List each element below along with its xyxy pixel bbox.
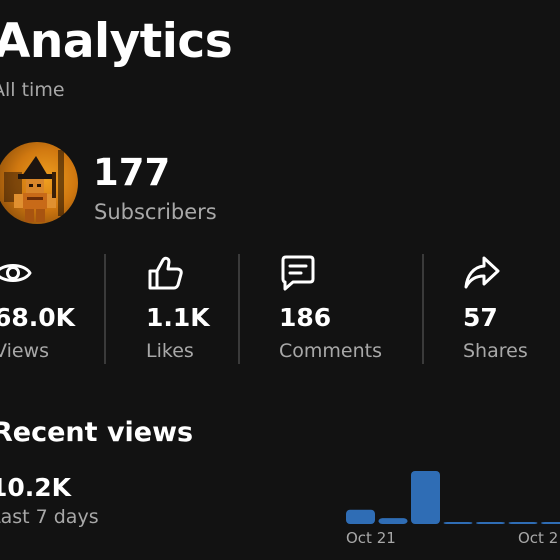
share-icon bbox=[464, 256, 500, 289]
stat-value: 1.1K bbox=[146, 303, 210, 332]
chart-bar[interactable] bbox=[541, 522, 560, 524]
stat-value: 57 bbox=[463, 303, 498, 332]
chart-tick-label: Oct 21 bbox=[346, 529, 396, 547]
chart-bar[interactable] bbox=[346, 509, 375, 524]
page-title: Analytics bbox=[0, 14, 233, 69]
chart-bar[interactable] bbox=[378, 518, 408, 524]
avatar-image bbox=[4, 150, 64, 222]
recent-views-period: Last 7 days bbox=[0, 506, 99, 528]
recent-views-title: Recent views bbox=[0, 417, 194, 448]
stat-divider bbox=[422, 254, 424, 364]
thumbs-up-icon bbox=[148, 256, 183, 290]
period-label: All time bbox=[0, 79, 65, 101]
chart-bar[interactable] bbox=[476, 522, 505, 524]
stat-value: 68.0K bbox=[0, 303, 76, 332]
stat-label: Views bbox=[0, 340, 49, 362]
analytics-screen: Analytics All time 177 Subscribers 6 bbox=[0, 0, 560, 560]
stat-label: Comments bbox=[279, 340, 382, 362]
stat-label: Likes bbox=[146, 340, 194, 362]
stat-label: Shares bbox=[463, 340, 528, 362]
stat-divider bbox=[238, 254, 240, 364]
subscriber-count: 177 bbox=[93, 151, 171, 194]
avatar[interactable] bbox=[0, 142, 78, 224]
chart-bar[interactable] bbox=[508, 522, 538, 524]
eye-icon bbox=[0, 264, 32, 282]
recent-views-value: 10.2K bbox=[0, 473, 72, 502]
chart-tick-label: Oct 2 bbox=[518, 529, 558, 547]
subscriber-label: Subscribers bbox=[94, 200, 217, 224]
chart-bar[interactable] bbox=[411, 471, 440, 524]
stat-divider bbox=[104, 254, 106, 364]
stat-value: 186 bbox=[279, 303, 332, 332]
chart-bar[interactable] bbox=[443, 522, 473, 524]
comment-icon bbox=[281, 255, 315, 291]
